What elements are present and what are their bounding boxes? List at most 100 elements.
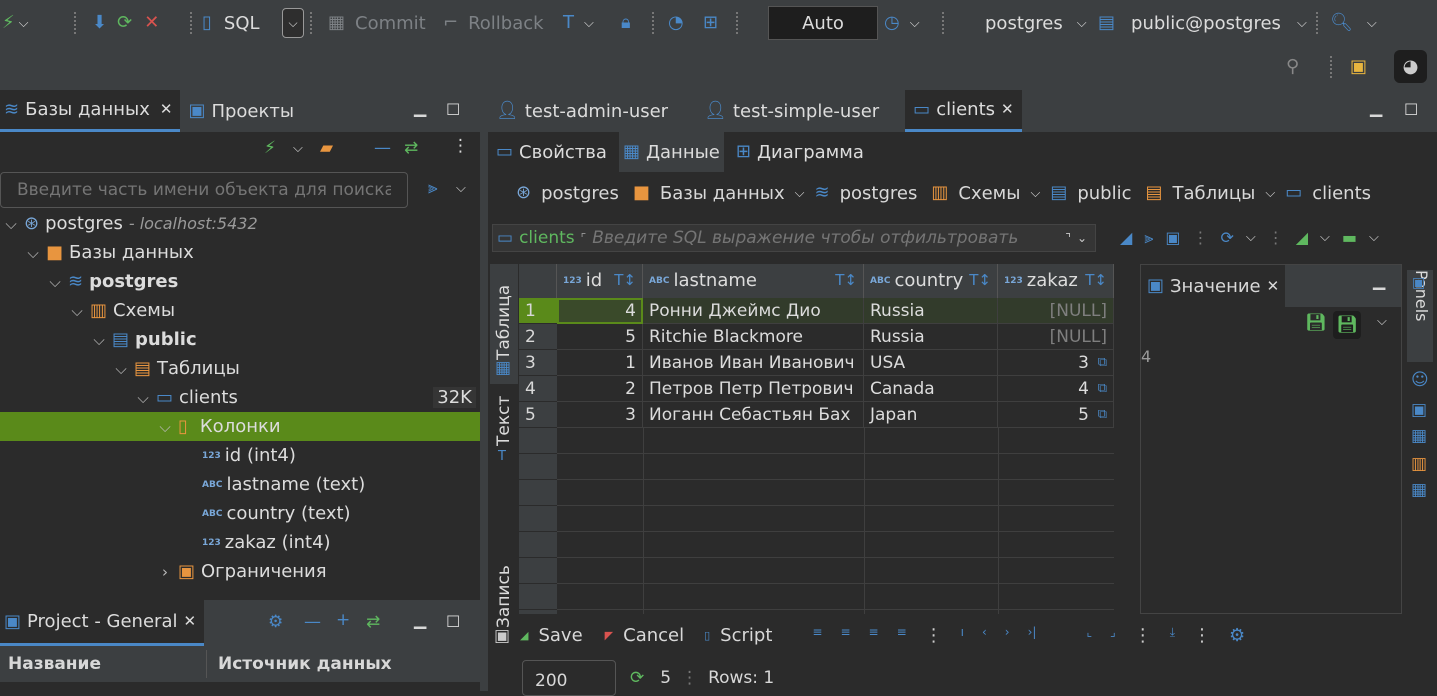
apply-filter-icon[interactable]: ◢	[1120, 229, 1132, 246]
first-page-icon[interactable]: ı	[961, 625, 964, 646]
lock-button[interactable]: 🔒︎	[621, 10, 631, 36]
tab-project-general[interactable]: ▣ Project - General ✕	[0, 600, 205, 646]
more-icon[interactable]: ⋮	[1193, 625, 1211, 646]
cell-id[interactable]: 3	[557, 402, 643, 428]
chevron-down-icon[interactable]: ⌵	[1246, 231, 1256, 244]
maximize-icon[interactable]: ☐	[446, 102, 460, 118]
tab-databases[interactable]: ≋ Базы данных ✕	[0, 90, 181, 132]
column-header-id[interactable]: 123 id T↕	[557, 264, 643, 298]
tree-column-lastname[interactable]: ABC lastname (text)	[202, 470, 365, 499]
cell-id[interactable]: 2	[557, 376, 643, 402]
filter-icon[interactable]: ⫸	[1144, 229, 1153, 246]
subtab-diagram[interactable]: ⊞ Диаграмма	[732, 132, 868, 172]
cell-country[interactable]: Canada	[864, 376, 998, 402]
tab-test-admin-user[interactable]: 👤︎ test-admin-user	[488, 90, 676, 132]
refresh-icon[interactable]: ⟳	[630, 669, 644, 687]
value-content[interactable]: 4	[1141, 347, 1151, 366]
cell-lastname[interactable]: Иванов Иван Иванович	[643, 350, 864, 376]
breadcrumb-item[interactable]: public	[1077, 183, 1131, 204]
chevron-down-icon[interactable]: ⌵	[1030, 187, 1040, 200]
tree-constraints[interactable]: › ▣ Ограничения	[158, 557, 327, 586]
breadcrumb-item[interactable]: clients	[1312, 183, 1371, 204]
prev-page-icon[interactable]: ‹	[982, 625, 987, 646]
edit-row-icon[interactable]: ≡	[897, 625, 907, 646]
references-icon[interactable]: ▦	[1411, 482, 1427, 499]
tree-columns[interactable]: ⌵ ▯ Колонки	[158, 412, 280, 441]
tree-databases[interactable]: ⌵ ■ Базы данных	[26, 238, 193, 267]
load-from-file-icon[interactable]: 💾︎	[1333, 311, 1361, 339]
row-number[interactable]: 5	[519, 402, 557, 428]
chevron-down-icon[interactable]: ⌵	[1369, 231, 1379, 244]
breadcrumb-item[interactable]: postgres	[541, 183, 619, 204]
chart-flat-icon[interactable]: ▬	[1342, 229, 1357, 246]
last-page-icon[interactable]: ›|	[1028, 625, 1037, 646]
link-out-icon[interactable]: ⧉	[1098, 356, 1107, 369]
settings-icon[interactable]: ⚙	[268, 614, 283, 631]
filter-settings-icon[interactable]: ▣	[1165, 229, 1180, 246]
cell-lastname[interactable]: Ронни Джеймс Дио	[643, 298, 864, 324]
transaction-mode-button[interactable]: T ⌵	[563, 10, 594, 36]
grid-corner[interactable]	[519, 264, 557, 298]
tab-projects[interactable]: ▣ Проекты	[180, 90, 302, 132]
collapse-icon[interactable]: —	[304, 614, 321, 631]
schema-selector[interactable]: ▤ public@postgres ⌵	[1098, 10, 1307, 36]
quick-search-button[interactable]: ⚲	[1286, 54, 1299, 80]
breadcrumb-item[interactable]: postgres	[840, 183, 918, 204]
hierarchy-button[interactable]: ⊞	[703, 10, 718, 36]
connection-selector[interactable]: postgres ⌵	[985, 10, 1087, 36]
next-page-icon[interactable]: ›	[1005, 625, 1010, 646]
cell-zakaz[interactable]: [NULL]	[998, 298, 1114, 324]
breadcrumb-item[interactable]: Базы данных	[660, 183, 785, 204]
connect-buttons[interactable]: ⬇ ⟳ ✕	[92, 10, 159, 36]
cell-zakaz[interactable]: 3 ⧉	[998, 350, 1114, 376]
cell-lastname[interactable]: Петров Петр Петрович	[643, 376, 864, 402]
close-icon[interactable]: ✕	[183, 614, 196, 629]
history-down-icon[interactable]: ⌄	[1077, 232, 1087, 244]
grouping-icon[interactable]: ▥	[1411, 456, 1427, 473]
cell-lastname[interactable]: Ritchie Blackmore	[643, 324, 864, 350]
save-button[interactable]: Save	[538, 625, 582, 646]
panel-splitter[interactable]	[480, 90, 488, 691]
refresh-icon[interactable]: ⟳	[1220, 229, 1233, 246]
fetch-next-icon[interactable]: ⌞	[1086, 625, 1092, 646]
cell-country[interactable]: USA	[864, 350, 998, 376]
cell-zakaz[interactable]: [NULL]	[998, 324, 1114, 350]
metadata-icon[interactable]: ▦	[1411, 428, 1427, 445]
collapse-icon[interactable]: —	[374, 140, 391, 157]
new-connection-icon[interactable]: ⚡	[264, 140, 276, 157]
subtab-properties[interactable]: ▭ Свойства	[492, 132, 611, 172]
cell-zakaz[interactable]: 4 ⧉	[998, 376, 1114, 402]
tree-connection-postgres[interactable]: ⌵ ⊛ postgres - localhost:5432	[4, 209, 257, 238]
column-header-name[interactable]: Название	[8, 654, 101, 674]
chevron-down-icon[interactable]: ⌵	[456, 182, 466, 195]
minimize-icon[interactable]: ▁	[414, 100, 426, 116]
tree-column-country[interactable]: ABC country (text)	[202, 499, 351, 528]
sql-dropdown[interactable]: ⌵	[282, 8, 304, 38]
sql-filter-input[interactable]	[592, 226, 1060, 250]
tree-tables[interactable]: ⌵ ▤ Таблицы	[114, 354, 240, 383]
tree-schema-public[interactable]: ⌵ ▤ public	[92, 325, 196, 354]
row-number[interactable]: 1	[519, 298, 557, 324]
tree-column-id[interactable]: 123 id (int4)	[202, 441, 296, 470]
history-up-icon[interactable]: ⌝	[1065, 232, 1071, 244]
maximize-icon[interactable]: ☐	[446, 614, 460, 630]
cell-id[interactable]: 5	[557, 324, 643, 350]
tab-clients[interactable]: ▭ clients ✕	[905, 90, 1022, 132]
more-icon[interactable]: ⋮	[1134, 625, 1152, 646]
settings-icon[interactable]: ⚙	[1229, 625, 1245, 646]
perspective-button[interactable]: ▣	[1350, 54, 1367, 80]
more-menu-icon[interactable]: ⋮	[452, 138, 469, 155]
tx-mode-selector[interactable]: Auto	[768, 6, 878, 40]
tree-table-clients[interactable]: ⌵ ▭ clients 32K	[136, 383, 480, 412]
cell-country[interactable]: Japan	[864, 402, 998, 428]
row-number[interactable]: 3	[519, 350, 557, 376]
add-row-icon[interactable]: ≡	[812, 625, 822, 646]
chart-up-icon[interactable]: ◢	[1296, 229, 1308, 246]
breadcrumb-item[interactable]: Таблицы	[1173, 183, 1256, 204]
side-tab-record[interactable]: Запись ▣	[490, 550, 518, 650]
tree-db-postgres[interactable]: ⌵ ≋ postgres	[48, 267, 178, 296]
script-button[interactable]: Script	[720, 625, 772, 646]
chevron-down-icon[interactable]: ⌵	[795, 187, 805, 200]
save-to-file-icon[interactable]: 💾︎	[1305, 315, 1327, 332]
add-icon[interactable]: +	[336, 612, 350, 629]
